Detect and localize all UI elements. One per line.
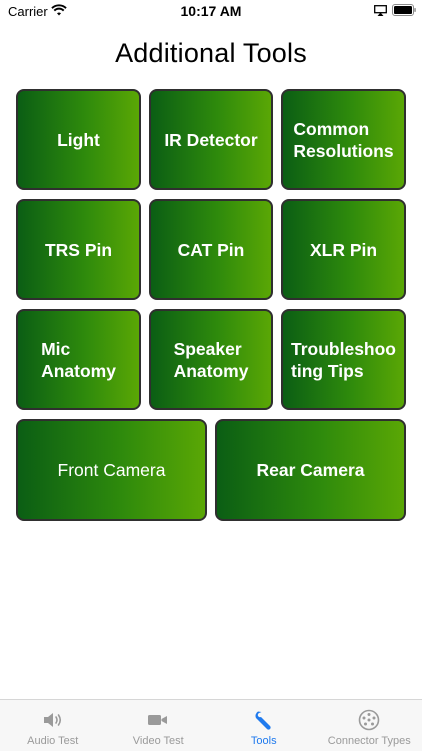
cat-pin-button[interactable]: CAT Pin [149, 199, 273, 300]
mic-anatomy-button-label: Mic Anatomy [41, 338, 116, 382]
status-bar: Carrier 10:17 AM [0, 0, 422, 24]
tab-connector-types[interactable]: Connector Types [317, 700, 422, 751]
airplay-icon [374, 5, 387, 16]
speaker-icon [41, 709, 65, 731]
status-time: 10:17 AM [0, 3, 422, 19]
xlr-pin-button[interactable]: XLR Pin [281, 199, 406, 300]
light-button-label: Light [57, 129, 100, 151]
mic-anatomy-button[interactable]: Mic Anatomy [16, 309, 141, 410]
common-resolutions-button-label: Common Resolutions [293, 118, 393, 162]
common-resolutions-button[interactable]: Common Resolutions [281, 89, 406, 190]
tab-video-test-label: Video Test [106, 735, 212, 747]
light-button[interactable]: Light [16, 89, 141, 190]
video-camera-icon [146, 709, 170, 731]
speaker-anatomy-button[interactable]: Speaker Anatomy [149, 309, 273, 410]
front-camera-button-label: Front Camera [58, 459, 166, 481]
speaker-anatomy-button-label: Speaker Anatomy [174, 338, 249, 382]
ir-detector-button-label: IR Detector [164, 129, 257, 151]
page-title: Additional Tools [0, 38, 422, 69]
tab-connector-types-label: Connector Types [317, 735, 422, 747]
connector-plug-icon [357, 709, 381, 731]
tab-video-test[interactable]: Video Test [106, 700, 212, 751]
tab-tools[interactable]: Tools [211, 700, 317, 751]
cat-pin-button-label: CAT Pin [178, 239, 245, 261]
trs-pin-button-label: TRS Pin [45, 239, 112, 261]
xlr-pin-button-label: XLR Pin [310, 239, 377, 261]
trs-pin-button[interactable]: TRS Pin [16, 199, 141, 300]
tab-audio-test-label: Audio Test [0, 735, 106, 747]
wrench-icon [252, 709, 276, 731]
tab-bar: Audio Test Video Test Tools Connector Ty… [0, 699, 422, 751]
rear-camera-button[interactable]: Rear Camera [215, 419, 406, 521]
rear-camera-button-label: Rear Camera [257, 459, 365, 481]
battery-icon [392, 4, 416, 16]
troubleshooting-tips-button-label: Troubleshoo ting Tips [291, 338, 396, 382]
troubleshooting-tips-button[interactable]: Troubleshoo ting Tips [281, 309, 406, 410]
ir-detector-button[interactable]: IR Detector [149, 89, 273, 190]
front-camera-button[interactable]: Front Camera [16, 419, 207, 521]
tab-audio-test[interactable]: Audio Test [0, 700, 106, 751]
tab-tools-label: Tools [211, 735, 317, 747]
